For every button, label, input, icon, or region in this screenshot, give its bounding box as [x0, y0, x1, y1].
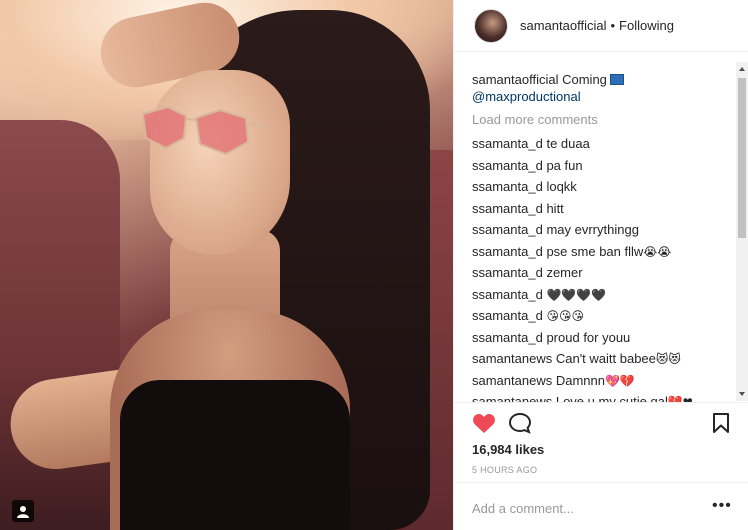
comment-list: ssamanta_d te duaa ssamanta_d pa fun ssama… [472, 135, 727, 402]
comment-text: proud for youu [546, 329, 631, 345]
comment-username[interactable]: ssamanta_d [472, 222, 543, 237]
comment-text: may evrrythingg [546, 222, 639, 237]
scroll-thumb[interactable] [738, 78, 746, 238]
scroll-up-icon[interactable] [739, 67, 745, 71]
sunglasses [141, 105, 267, 156]
action-bar [454, 402, 748, 442]
caption-mention[interactable]: @maxproductional [472, 89, 581, 104]
comment-row: samantanews Damnnn💖💔 [472, 372, 727, 394]
caption-text: Coming [562, 72, 607, 87]
comment-input[interactable] [472, 497, 692, 519]
comment-row: ssamanta_d 😘😘😘 [472, 307, 727, 329]
comment-text: pse sme ban fllw [546, 243, 644, 259]
comment-emoji: 🖤🖤🖤🖤 [546, 287, 607, 302]
comment-row: ssamanta_d loqkk [472, 178, 727, 200]
comment-row: samantanews Can't waitt babee😻😻 [472, 350, 727, 372]
post-timestamp: 5 HOURS AGO [472, 465, 538, 475]
comment-text: Damnnn [555, 372, 605, 388]
comment-username[interactable]: ssamanta_d [472, 330, 543, 345]
comment-username[interactable]: ssamanta_d [472, 287, 543, 302]
comment-emoji: 😻😻 [655, 352, 681, 366]
comment-text: zemer [546, 265, 583, 280]
comment-username[interactable]: ssamanta_d [472, 136, 543, 151]
comment-text: hitt [546, 200, 564, 216]
comment-username[interactable]: ssamanta_d [472, 265, 543, 280]
likes-count[interactable]: 16,984 likes [472, 442, 544, 457]
post-caption: samantaofficial Coming @maxproductional [472, 71, 722, 105]
load-more-comments[interactable]: Load more comments [472, 112, 598, 127]
bookmark-icon[interactable] [711, 412, 731, 434]
comment-username[interactable]: ssamanta_d [472, 308, 543, 323]
comment-username[interactable]: ssamanta_d [472, 179, 543, 194]
comment-row: ssamanta_d may evrrythingg [472, 221, 727, 243]
comment-emoji: 😘😘😘 [546, 309, 584, 323]
comment-row: samantanews Love u my cutie gal💔❤ [472, 393, 727, 402]
comment-username[interactable]: samantanews [472, 351, 552, 366]
comment-username[interactable]: samantanews [472, 373, 552, 388]
post-viewer: samantaofficial • Following samantaofficia… [0, 0, 748, 530]
comments-scrollbar[interactable] [736, 62, 748, 401]
comment-username[interactable]: ssamanta_d [472, 158, 543, 173]
comment-row: ssamanta_d proud for youu [472, 329, 727, 351]
comment-emoji: 💖💔 [604, 373, 635, 388]
comment-emoji: 😭😭 [643, 244, 672, 259]
header-username[interactable]: samantaofficial [520, 18, 606, 33]
post-side-panel: samantaofficial • Following samantaofficia… [453, 0, 748, 530]
gallery-icon[interactable] [12, 500, 34, 522]
comment-row: ssamanta_d te duaa [472, 135, 727, 157]
comment-username[interactable]: ssamanta_d [472, 201, 543, 216]
comment-row: ssamanta_d pa fun [472, 157, 727, 179]
header-separator: • [610, 18, 616, 33]
comment-icon[interactable] [508, 412, 532, 434]
add-comment-bar: ••• [454, 482, 748, 530]
comments-section: samantaofficial Coming @maxproductional … [454, 62, 748, 402]
comment-text: loqkk [546, 179, 577, 194]
comment-row: ssamanta_d pse sme ban fllw😭😭 [472, 243, 727, 265]
comment-username[interactable]: samantanews [472, 394, 552, 402]
comment-text: te duaa [546, 136, 590, 151]
caption-username[interactable]: samantaofficial [472, 72, 558, 87]
post-photo[interactable] [0, 0, 453, 530]
more-options-icon[interactable]: ••• [712, 497, 732, 515]
avatar[interactable] [474, 9, 508, 43]
comment-row: ssamanta_d 🖤🖤🖤🖤 [472, 286, 727, 308]
comment-text: Love u my cutie gal [555, 394, 668, 402]
comment-row: ssamanta_d zemer [472, 264, 727, 286]
comment-text: Can't waitt babee [555, 351, 656, 366]
post-header: samantaofficial • Following [454, 0, 748, 52]
comment-username[interactable]: ssamanta_d [472, 244, 543, 259]
flag-icon [609, 74, 624, 85]
comment-emoji: 💔❤ [667, 395, 693, 402]
following-button[interactable]: Following [619, 18, 674, 33]
heart-icon[interactable] [472, 412, 496, 434]
comment-row: ssamanta_d hitt [472, 200, 727, 222]
scroll-down-icon[interactable] [739, 392, 745, 396]
comment-text: pa fun [546, 157, 583, 173]
